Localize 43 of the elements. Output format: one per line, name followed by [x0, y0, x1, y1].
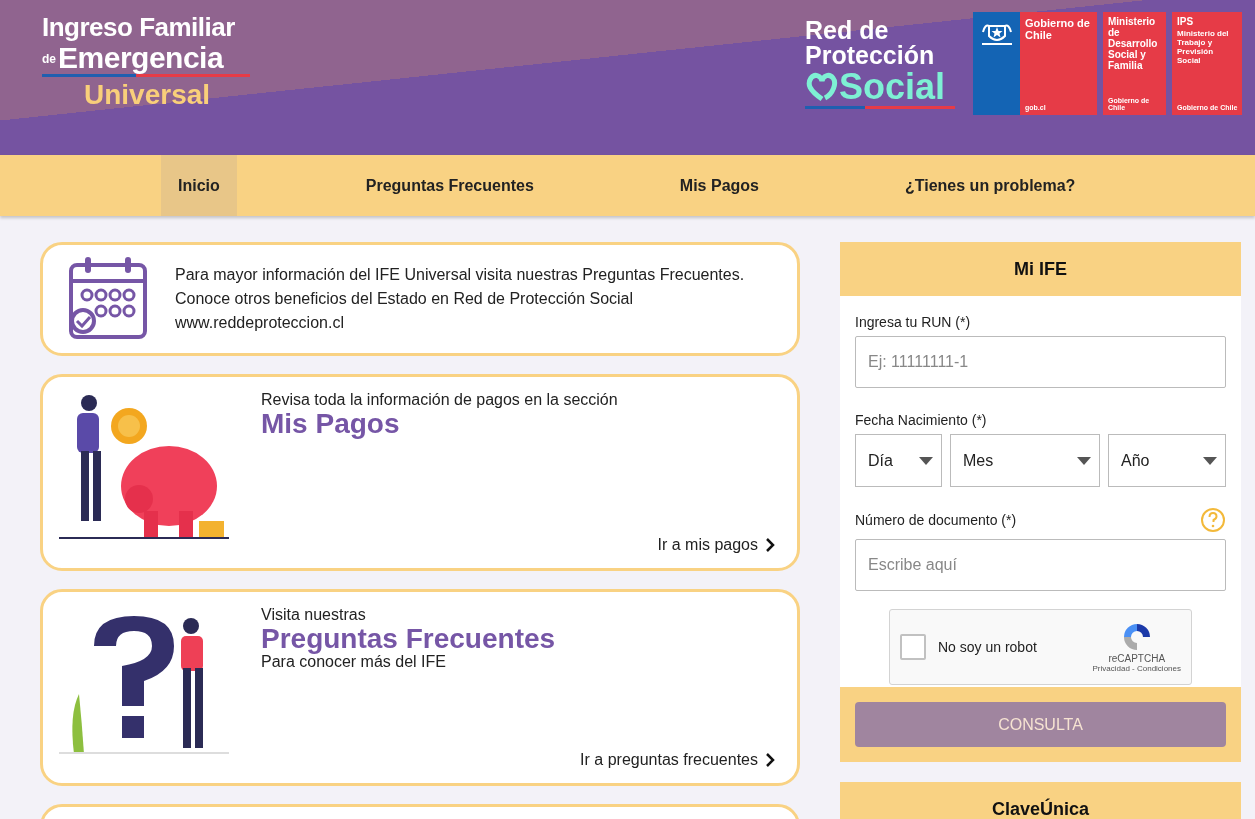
caret-icon: [919, 456, 933, 465]
field-label: Fecha Nacimiento (*): [855, 412, 988, 428]
chevron-right-icon: [766, 538, 775, 552]
card-intro: Revisa toda la información de pagos en la sección: [261, 391, 619, 409]
field-label: Ingresa tu RUN (*): [855, 314, 972, 330]
logo-text: Protección: [805, 43, 936, 68]
nav-tab[interactable]: Mis Pagos: [662, 155, 776, 216]
logo-text: Social: [839, 68, 946, 106]
card-link[interactable]: Ir a preguntas frecuentes: [580, 751, 775, 769]
captcha-checkbox[interactable]: [900, 634, 926, 660]
logo-text: Universal: [84, 78, 211, 112]
nav-tab[interactable]: Inicio: [161, 155, 237, 216]
date-select[interactable]: Mes: [950, 434, 1100, 487]
logo-text: Gobierno de Chile: [1025, 17, 1091, 41]
logo-text: IPS: [1177, 16, 1195, 27]
nav-tab[interactable]: Preguntas Frecuentes: [348, 155, 551, 216]
panel-title: Mi IFE: [1014, 258, 1067, 280]
card-link[interactable]: Ir a mis pagos: [657, 536, 775, 554]
caret-icon: [1203, 456, 1217, 465]
logo-text: de: [42, 52, 56, 68]
captcha-label: No soy un robot: [938, 639, 1038, 655]
date-select[interactable]: Año: [1108, 434, 1226, 487]
card-title: Preguntas Frecuentes: [261, 624, 557, 654]
logo-text: Red de: [805, 18, 890, 43]
panel-title: ClaveÚnica: [991, 798, 1090, 819]
logo-text: Ministerio del Trabajo y Previsión Social: [1177, 29, 1230, 65]
field-label: Número de documento (*): [855, 512, 1017, 528]
card-intro: Visita nuestras: [261, 606, 367, 624]
help-icon[interactable]: [1200, 507, 1226, 533]
logo-text: Ingreso Familiar: [42, 12, 235, 42]
document-field[interactable]: Escribe aquí: [855, 539, 1226, 591]
caret-icon: [1077, 456, 1091, 465]
logo-text: Ministerio de Desarrollo Social y Familia: [1108, 16, 1159, 71]
card-title: Mis Pagos: [261, 409, 401, 439]
captcha-links[interactable]: Privacidad - Condiciones: [1092, 664, 1181, 673]
nav-tab[interactable]: ¿Tienes un problema?: [888, 155, 1093, 216]
chevron-right-icon: [766, 753, 775, 767]
logo-text: Emergencia: [58, 42, 224, 74]
date-select[interactable]: Día: [855, 434, 942, 487]
info-text: Para mayor información del IFE Universal visita nuestras Preguntas Frecuentes. Conoce otros beneficios del Estado en Red de Protección Social www.reddeproteccion.cl: [175, 265, 745, 333]
card-subtitle: Para conocer más del IFE: [261, 654, 447, 670]
captcha-brand: reCAPTCHA: [1108, 653, 1166, 664]
run-field[interactable]: Ej: 11111111-1: [855, 336, 1226, 388]
